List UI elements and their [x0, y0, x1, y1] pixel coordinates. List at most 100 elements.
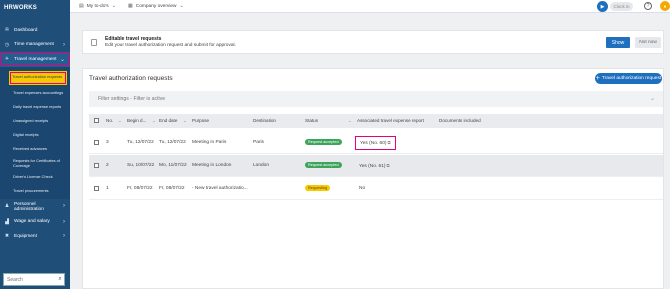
banner-title: Editable travel requests [105, 36, 162, 42]
table-row[interactable]: 3 Tu, 12/07/22 Tu, 12/07/22 Meeting in P… [89, 132, 663, 154]
submenu-travel-expenses-accountings[interactable]: Travel expenses accountings [0, 87, 70, 101]
nav-time-management[interactable]: ◷ Time management › [0, 38, 70, 53]
logo: HRWORKS [4, 5, 37, 11]
plus-icon: + [595, 74, 600, 82]
chart-icon: ▟ [5, 218, 9, 225]
cell-destination: Paris [253, 140, 264, 145]
col-destination[interactable]: Destination [253, 118, 276, 123]
cell-no: 2 [106, 163, 109, 168]
row-checkbox[interactable] [94, 140, 99, 145]
sidebar: HRWORKS ✇ Dashboard ◷ Time management › … [0, 0, 70, 289]
cell-begin: Fr, 08/07/22 [127, 186, 153, 191]
document-icon [91, 39, 97, 46]
col-begin-date[interactable]: Begin d... [127, 118, 146, 123]
nav-label: Time management [14, 42, 54, 48]
sort-icon[interactable]: ⌄ [118, 118, 122, 124]
cell-no: 3 [106, 140, 109, 145]
external-link-icon[interactable]: ⧉ [388, 140, 391, 145]
search-input[interactable] [4, 274, 56, 285]
submenu-daily-travel-expense-reports[interactable]: Daily travel expense reports [0, 101, 70, 115]
not-now-button[interactable]: Not now [635, 37, 661, 48]
nav-label: Personnel administration [14, 201, 44, 212]
external-link-icon[interactable]: ⧉ [387, 163, 390, 168]
submenu-certificates-of-coverage[interactable]: Requests for Certificates of Coverage [0, 157, 70, 171]
sort-icon[interactable]: ⌄ [348, 118, 352, 124]
col-no[interactable]: No. [106, 118, 113, 123]
show-button[interactable]: Show [606, 37, 630, 48]
table-header: No. ⌄ Begin d... ⌄ End date ⌄ Purpose De… [89, 114, 663, 128]
nav-equipment[interactable]: ✖ Equipment › [0, 229, 70, 244]
nav-label: Travel management [14, 56, 57, 62]
col-purpose[interactable]: Purpose [192, 118, 209, 123]
submenu-travel-procurements[interactable]: Travel procurements [0, 185, 70, 199]
editable-requests-banner: Editable travel requests Edit your trave… [82, 30, 664, 54]
status-badge: Request accepted [305, 162, 342, 168]
nav-dashboard[interactable]: ✇ Dashboard [0, 23, 70, 38]
status-badge: Requesting [305, 185, 331, 191]
cell-no: 1 [106, 186, 109, 191]
cell-begin: Tu, 12/07/22 [127, 140, 154, 145]
table-row[interactable]: 2 Su, 10/07/22 Mo, 11/07/22 Meeting in L… [89, 155, 663, 177]
cell-begin: Su, 10/07/22 [127, 163, 155, 168]
row-checkbox[interactable] [94, 186, 99, 191]
cell-end: Fr, 08/07/22 [159, 186, 185, 191]
report-link[interactable]: Yes (No. 60)⧉ [355, 136, 396, 150]
chevron-down-icon: ⌄ [111, 3, 116, 9]
top-bar: ▤ My to-do's ⌄ ▦ Company overview ⌄ ▶ Cl… [70, 0, 670, 13]
col-documents-included[interactable]: Documents included [439, 118, 481, 123]
tools-icon: ✖ [4, 233, 10, 240]
company-overview-menu[interactable]: ▦ Company overview ⌄ [128, 3, 184, 9]
search-icon[interactable]: ⌕ [56, 276, 64, 283]
add-travel-authorization-request-button[interactable]: + Travel authorization request [595, 73, 662, 84]
cell-destination: London [253, 163, 270, 168]
chevron-down-icon[interactable]: ⌄ [650, 95, 655, 102]
nav-travel-management[interactable]: ✈ Travel management ⌄ [0, 52, 70, 67]
report-value: No [359, 186, 366, 191]
sort-icon[interactable]: ⌄ [152, 118, 156, 124]
submenu-unassigned-receipts[interactable]: Unassigned receipts [0, 115, 70, 129]
submenu-travel-authorization-requests[interactable]: Travel authorization requests [9, 70, 67, 85]
submenu-drivers-license-check[interactable]: Driver's License Check [0, 171, 70, 185]
people-icon: ♟ [4, 203, 10, 209]
building-icon: ▦ [128, 3, 133, 9]
col-status[interactable]: Status [305, 118, 318, 123]
status-badge: Request accepted [305, 139, 342, 145]
help-icon[interactable]: ? [644, 2, 652, 10]
todos-menu[interactable]: ▤ My to-do's ⌄ [79, 3, 116, 9]
chevron-right-icon: › [63, 218, 65, 225]
row-checkbox[interactable] [94, 163, 99, 168]
cell-purpose: Meeting in Paris [192, 140, 227, 145]
sort-icon[interactable]: ⌄ [183, 118, 187, 124]
nav-label: Equipment [14, 233, 37, 239]
submenu-received-advances[interactable]: Received advances [0, 143, 70, 157]
select-all-checkbox[interactable] [94, 118, 99, 123]
clock-icon: ◷ [4, 41, 10, 48]
report-label: Yes (No. 60) [360, 141, 387, 146]
report-label: Yes (No. 61) [359, 164, 386, 169]
nav-label: Dashboard [14, 27, 38, 33]
sidebar-search: ⌕ [3, 273, 65, 286]
play-icon[interactable]: ▶ [597, 1, 608, 12]
clipboard-icon: ▤ [79, 3, 84, 9]
nav-wage-and-salary[interactable]: ▟ Wage and salary › [0, 215, 70, 230]
filter-label: Filter settings - Filter is active [98, 96, 166, 102]
filter-settings[interactable]: Filter settings - Filter is active ⌄ [89, 91, 663, 107]
clock-in-button[interactable]: Clock in [610, 2, 633, 11]
cell-purpose: - New travel authorizatio... [192, 186, 248, 191]
requests-panel: Travel authorization requests + Travel a… [82, 68, 664, 289]
table-row[interactable]: 1 Fr, 08/07/22 Fr, 08/07/22 - New travel… [89, 178, 663, 200]
chevron-down-icon: ⌄ [59, 56, 65, 63]
avatar[interactable]: ● [660, 1, 670, 11]
travel-submenu: Travel authorization requests Travel exp… [0, 66, 70, 199]
col-end-date[interactable]: End date [159, 118, 177, 123]
submenu-digital-receipts[interactable]: Digital receipts [0, 129, 70, 143]
chevron-right-icon: › [63, 203, 65, 209]
company-label: Company overview [135, 3, 177, 9]
nav-personnel-administration[interactable]: ♟ Personnel administration › [0, 199, 70, 215]
cell-purpose: Meeting in London [192, 163, 232, 168]
report-link[interactable]: Yes (No. 61)⧉ [359, 163, 390, 169]
col-associated-report[interactable]: Associated travel expense report [357, 118, 424, 123]
page-title: Travel authorization requests [89, 75, 173, 82]
chevron-right-icon: › [63, 41, 65, 48]
banner-text: Edit your travel authorization request a… [105, 43, 236, 48]
